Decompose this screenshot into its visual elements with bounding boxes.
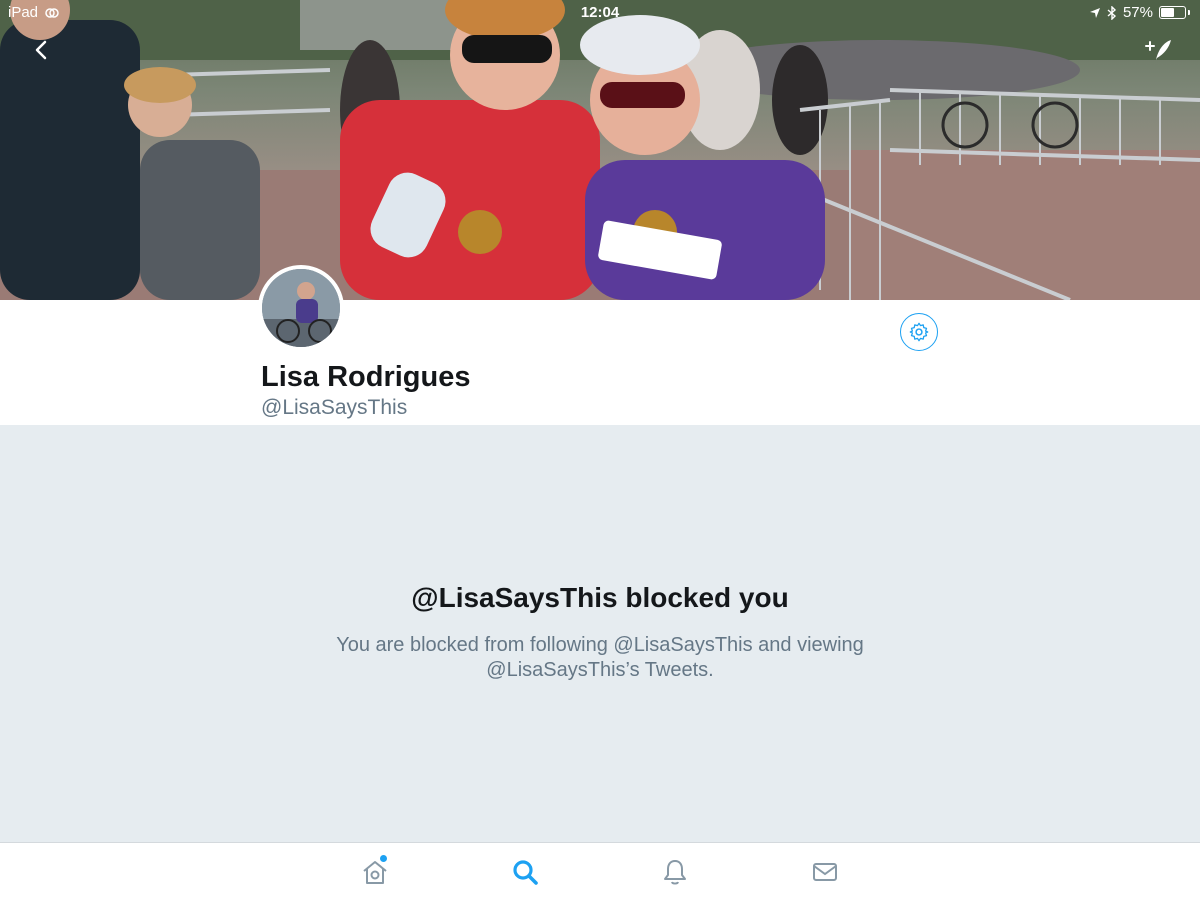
- status-right: 57%: [1089, 4, 1190, 21]
- tab-search[interactable]: [510, 857, 540, 887]
- bluetooth-icon: [1107, 5, 1116, 20]
- battery-tip: [1188, 10, 1190, 15]
- profile-info: [0, 300, 1200, 425]
- battery-percent: 57%: [1122, 4, 1153, 21]
- envelope-icon: [813, 863, 837, 881]
- username-handle: @LisaSaysThis: [261, 396, 408, 419]
- clock: 12:04: [580, 4, 620, 21]
- tab-notifications[interactable]: [660, 857, 690, 887]
- compose-tweet-icon[interactable]: [1144, 36, 1174, 64]
- gear-icon: [909, 322, 929, 342]
- back-button[interactable]: [28, 36, 56, 64]
- display-name: Lisa Rodrigues: [261, 361, 471, 393]
- avatar-photo: [262, 269, 340, 347]
- tab-home[interactable]: [360, 855, 390, 887]
- tab-messages[interactable]: [810, 857, 840, 887]
- avatar[interactable]: [258, 265, 344, 351]
- home-icon: [363, 861, 387, 884]
- blocked-title: @LisaSaysThis blocked you: [411, 582, 789, 613]
- battery-fill: [1161, 8, 1174, 17]
- location-arrow-icon: [1089, 7, 1100, 18]
- settings-button[interactable]: [900, 313, 938, 351]
- profile-screen: iPad 12:04 57% Lisa Rodrigues @LisaSaysT…: [0, 0, 1200, 900]
- tab-bar: [0, 842, 1200, 900]
- search-icon: [513, 860, 538, 885]
- battery-icon: [1159, 6, 1186, 19]
- blocked-message: You are blocked from following @LisaSays…: [336, 634, 864, 681]
- status-bar: iPad 12:04 57%: [0, 0, 1200, 24]
- notification-dot: [380, 855, 387, 862]
- blocked-notice: @LisaSaysThis blocked you You are blocke…: [0, 425, 1200, 842]
- bell-icon: [664, 860, 686, 885]
- banner-photo-illustration: [0, 0, 1200, 300]
- header-banner-photo: [0, 0, 1200, 300]
